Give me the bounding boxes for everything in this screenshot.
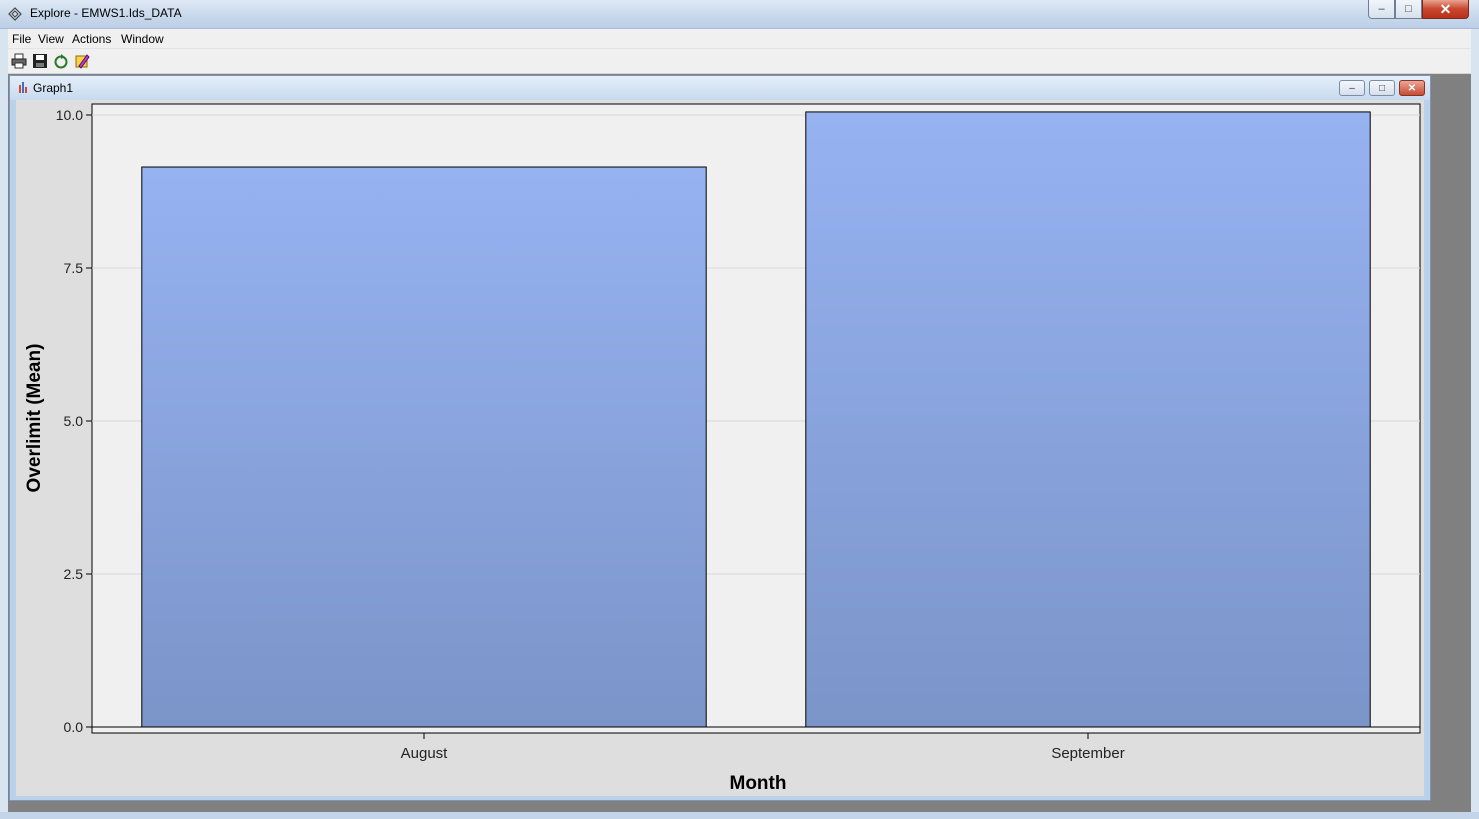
close-icon: ✕ xyxy=(1407,82,1417,94)
menu-actions[interactable]: Actions xyxy=(72,32,111,46)
graph-close-button[interactable]: ✕ xyxy=(1399,80,1425,96)
graph-body: 0.0 2.5 5.0 7.5 10.0 August September Overlim… xyxy=(16,100,1424,796)
bar-chart: 0.0 2.5 5.0 7.5 10.0 August September Overlim… xyxy=(24,103,1421,794)
x-axis-title: Month xyxy=(730,773,787,794)
y-tick-label: 2.5 xyxy=(64,566,84,582)
print-icon[interactable] xyxy=(11,53,27,69)
y-tick-label: 7.5 xyxy=(64,260,84,276)
window-title: Explore - EMWS1.Ids_DATA xyxy=(30,6,182,20)
y-tick-label: 0.0 xyxy=(64,719,84,735)
menu-file[interactable]: File xyxy=(12,32,31,46)
bar-chart-icon xyxy=(19,82,27,93)
properties-icon[interactable] xyxy=(74,53,90,69)
refresh-icon[interactable] xyxy=(53,53,69,69)
minimize-icon: – xyxy=(1349,82,1355,94)
bar-september[interactable] xyxy=(805,111,1371,728)
bar-august[interactable] xyxy=(141,166,707,728)
menu-window[interactable]: Window xyxy=(121,32,164,46)
minimize-icon: – xyxy=(1378,3,1385,15)
x-axis-ticks: August September xyxy=(401,733,1125,762)
explore-app-icon xyxy=(8,7,22,21)
minimize-button[interactable]: – xyxy=(1368,0,1395,19)
graph-minimize-button[interactable]: – xyxy=(1339,80,1365,96)
restore-icon: □ xyxy=(1405,3,1412,15)
toolbar xyxy=(8,49,1471,74)
maximize-button[interactable]: □ xyxy=(1395,0,1422,19)
y-axis-ticks: 0.0 2.5 5.0 7.5 10.0 xyxy=(56,107,92,735)
graph-maximize-button[interactable]: □ xyxy=(1369,80,1395,96)
graph-window: Graph1 – □ ✕ 0.0 2.5 5.0 7.5 10.0 August Sept… xyxy=(9,75,1431,801)
close-icon: ✕ xyxy=(1439,0,1452,17)
save-icon[interactable] xyxy=(32,53,48,69)
menu-view[interactable]: View xyxy=(38,32,64,46)
y-tick-label: 5.0 xyxy=(64,413,84,429)
close-button[interactable]: ✕ xyxy=(1422,0,1469,19)
window-titlebar: Explore - EMWS1.Ids_DATA – □ ✕ xyxy=(0,0,1479,29)
graph-window-title: Graph1 xyxy=(33,81,74,95)
y-axis-title: Overlimit (Mean) xyxy=(24,344,45,493)
restore-icon: □ xyxy=(1378,82,1386,94)
x-tick-label: September xyxy=(1051,745,1124,762)
menu-bar: File View Actions Window xyxy=(8,29,1471,49)
x-tick-label: August xyxy=(401,745,449,762)
window-bottom-frame xyxy=(0,812,1479,819)
y-tick-label: 10.0 xyxy=(56,107,83,123)
graph-titlebar[interactable]: Graph1 – □ ✕ xyxy=(10,76,1430,100)
